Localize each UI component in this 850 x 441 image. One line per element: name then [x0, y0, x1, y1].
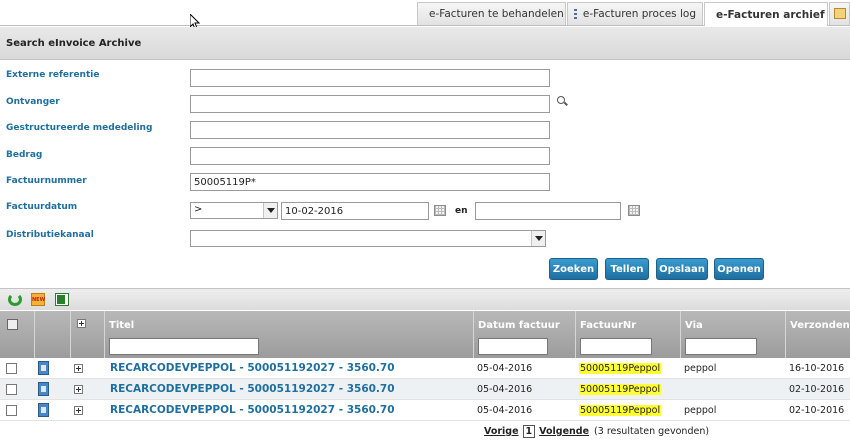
openen-button[interactable]: Openen — [714, 258, 764, 280]
zoeken-button[interactable]: Zoeken — [549, 258, 598, 280]
expand-row-icon[interactable] — [74, 406, 83, 415]
tab-label: e-Facturen proces log — [582, 8, 696, 20]
pager-current-page: 1 — [522, 425, 536, 438]
row-titel-link[interactable]: RECARCODEVPEPPOL - 500051192027 - 3560.7… — [110, 383, 395, 395]
factuurdatum-to-input[interactable] — [475, 202, 621, 220]
search-icon[interactable] — [557, 96, 565, 104]
row-verzonden: 02-10-2016 — [789, 384, 845, 395]
factuurdatum-from-input[interactable] — [281, 202, 429, 220]
date-range-and-label: en — [455, 206, 468, 216]
column-factuurnr[interactable]: FactuurNr — [575, 311, 680, 358]
column-via[interactable]: Via — [680, 311, 785, 358]
folder-icon — [834, 8, 846, 19]
calendar-icon[interactable] — [434, 205, 446, 216]
column-verzonden[interactable]: Verzonden — [785, 311, 850, 358]
new-icon[interactable] — [31, 293, 45, 306]
chevron-down-icon — [263, 203, 277, 218]
column-verzonden-label: Verzonden — [790, 320, 850, 331]
tab-label: e-Facturen te behandelen — [429, 8, 564, 20]
icon-column-header — [34, 311, 70, 358]
document-icon[interactable] — [38, 382, 49, 396]
column-datum-factuur[interactable]: Datum factuur — [473, 311, 575, 358]
pagination: Vorige 1 Volgende (3 resultaten gevonden… — [484, 425, 709, 438]
search-title: Search eInvoice Archive — [6, 38, 142, 49]
tab-proces-log[interactable]: e-Facturen proces log — [567, 2, 703, 25]
tab-te-behandelen[interactable]: e-Facturen te behandelen — [417, 2, 566, 25]
table-row[interactable]: RECARCODEVPEPPOL - 500051192027 - 3560.7… — [0, 400, 850, 421]
excel-export-icon[interactable] — [55, 293, 69, 306]
row-verzonden: 02-10-2016 — [789, 405, 845, 416]
tab-archief[interactable]: e-Facturen archief — [704, 2, 828, 26]
expand-row-icon[interactable] — [74, 364, 83, 373]
row-factuurnr: 50005119Peppol — [579, 405, 662, 416]
pager-results-count: (3 resultaten gevonden) — [594, 426, 710, 437]
distributiekanaal-select[interactable] — [190, 230, 546, 247]
column-datum-factuur-label: Datum factuur — [478, 320, 560, 331]
tab-strip: e-Facturen te behandelen e-Facturen proc… — [0, 0, 850, 26]
opslaan-button[interactable]: Opslaan — [656, 258, 708, 280]
row-verzonden: 16-10-2016 — [789, 363, 845, 374]
results-toolbar — [0, 288, 850, 310]
row-titel-link[interactable]: RECARCODEVPEPPOL - 500051192027 - 3560.7… — [110, 362, 395, 374]
column-factuurnr-label: FactuurNr — [580, 320, 637, 331]
row-titel-link[interactable]: RECARCODEVPEPPOL - 500051192027 - 3560.7… — [110, 404, 395, 416]
factuurnummer-input[interactable] — [190, 173, 550, 191]
expand-row-icon[interactable] — [74, 385, 83, 394]
bedrag-input[interactable] — [190, 147, 550, 165]
row-datum-factuur: 05-04-2016 — [477, 363, 533, 374]
pager-next-link[interactable]: Volgende — [539, 426, 589, 437]
document-icon[interactable] — [38, 403, 49, 417]
calendar-icon[interactable] — [628, 205, 640, 216]
pager-prev-link[interactable]: Vorige — [484, 426, 519, 437]
label-externe-referentie: Externe referentie — [6, 70, 100, 80]
row-checkbox[interactable] — [6, 405, 17, 416]
table-header: Titel Datum factuur FactuurNr Via Verzon… — [0, 311, 850, 358]
datum-factuur-filter-input[interactable] — [478, 338, 548, 355]
row-via: peppol — [684, 405, 717, 416]
factuurdatum-operator-select[interactable]: > — [190, 202, 278, 219]
via-filter-input[interactable] — [685, 338, 757, 355]
tellen-button[interactable]: Tellen — [605, 258, 649, 280]
expand-all-icon[interactable] — [77, 319, 86, 328]
row-via: peppol — [684, 363, 717, 374]
gestructureerde-mededeling-input[interactable] — [190, 121, 550, 139]
row-factuurnr: 50005119Peppol — [579, 384, 662, 395]
table-row[interactable]: RECARCODEVPEPPOL - 500051192027 - 3560.7… — [0, 358, 850, 379]
expand-column-header — [70, 311, 104, 358]
titel-filter-input[interactable] — [109, 338, 259, 355]
row-factuurnr: 50005119Peppol — [579, 363, 662, 374]
list-icon — [574, 8, 578, 20]
tab-label: e-Facturen archief — [716, 8, 825, 21]
column-via-label: Via — [685, 320, 703, 331]
row-checkbox[interactable] — [6, 384, 17, 395]
search-header: Search eInvoice Archive — [0, 27, 850, 60]
label-gestructureerde-mededeling: Gestructureerde mededeling — [6, 123, 153, 133]
label-factuurnummer: Factuurnummer — [6, 176, 87, 186]
tab-extra[interactable] — [829, 2, 850, 25]
externe-referentie-input[interactable] — [190, 69, 550, 87]
label-ontvanger: Ontvanger — [6, 97, 60, 107]
label-factuurdatum: Factuurdatum — [6, 202, 78, 212]
label-distributiekanaal: Distributiekanaal — [6, 230, 94, 240]
label-bedrag: Bedrag — [6, 150, 43, 160]
ontvanger-input[interactable] — [190, 95, 550, 113]
table-row[interactable]: RECARCODEVPEPPOL - 500051192027 - 3560.7… — [0, 379, 850, 400]
column-titel[interactable]: Titel — [104, 311, 473, 358]
factuurnr-filter-input[interactable] — [580, 338, 652, 355]
row-datum-factuur: 05-04-2016 — [477, 405, 533, 416]
select-all-checkbox[interactable] — [7, 319, 18, 330]
chevron-down-icon — [531, 231, 545, 246]
row-datum-factuur: 05-04-2016 — [477, 384, 533, 395]
document-icon[interactable] — [38, 361, 49, 375]
column-titel-label: Titel — [109, 320, 135, 331]
row-checkbox[interactable] — [6, 363, 17, 374]
refresh-icon[interactable] — [8, 293, 22, 306]
operator-value: > — [194, 204, 203, 215]
